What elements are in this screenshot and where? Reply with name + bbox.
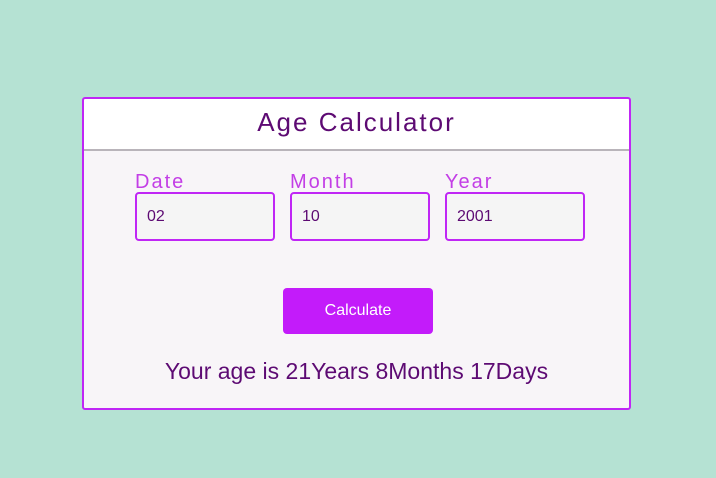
date-label: Date: [135, 171, 186, 193]
age-calculator-card: Age Calculator Date Month Year Calculate…: [82, 97, 631, 410]
calculate-button[interactable]: Calculate: [283, 288, 433, 334]
month-label: Month: [290, 171, 356, 193]
date-fields: Date Month Year: [135, 172, 585, 241]
year-label: Year: [445, 171, 494, 193]
date-input[interactable]: [135, 192, 275, 241]
year-input[interactable]: [445, 192, 585, 241]
card-header: Age Calculator: [84, 99, 629, 151]
date-field-group: Date: [135, 172, 275, 241]
year-field-group: Year: [445, 172, 585, 241]
age-result: Your age is 21Years 8Months 17Days: [164, 358, 549, 384]
month-field-group: Month: [290, 172, 430, 241]
month-input[interactable]: [290, 192, 430, 241]
page-title: Age Calculator: [257, 106, 456, 137]
